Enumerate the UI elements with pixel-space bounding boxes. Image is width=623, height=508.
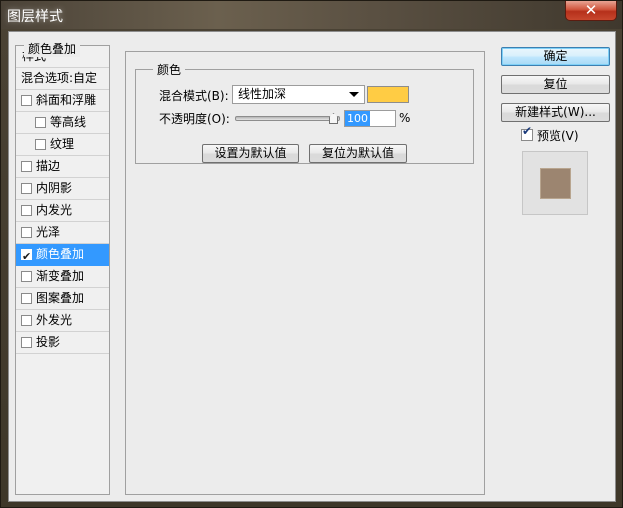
dialog-client: 样式 混合选项:自定 斜面和浮雕等高线纹理描边内阴影内发光光泽✔颜色叠加渐变叠加… — [8, 31, 616, 502]
window-title: 图层样式 — [7, 9, 63, 25]
style-item-label: 斜面和浮雕 — [36, 93, 97, 107]
style-item-checkbox[interactable] — [21, 183, 32, 194]
style-item-checkbox[interactable] — [21, 315, 32, 326]
style-item-checkbox[interactable] — [35, 117, 46, 128]
style-item-label: 投影 — [36, 335, 61, 349]
opacity-unit: % — [399, 111, 411, 125]
style-item[interactable]: ✔ 颜色叠加 — [16, 244, 109, 266]
style-item[interactable]: 内发光 — [16, 200, 109, 222]
color-overlay-title: 颜色叠加 — [24, 40, 81, 57]
style-item-label: 图案叠加 — [36, 291, 85, 305]
ok-button[interactable]: 确定 — [501, 47, 610, 66]
style-item-label: 外发光 — [36, 313, 73, 327]
opacity-label: 不透明度(O): — [159, 112, 230, 126]
style-item-checkbox[interactable] — [21, 95, 32, 106]
style-item[interactable]: 斜面和浮雕 — [16, 90, 109, 112]
style-item[interactable]: 投影 — [16, 332, 109, 354]
style-item-checkbox[interactable] — [21, 161, 32, 172]
style-item-checkbox[interactable]: ✔ — [21, 249, 32, 263]
style-item-checkbox[interactable] — [35, 139, 46, 150]
set-default-button[interactable]: 设置为默认值 — [202, 144, 299, 163]
blend-options-label: 混合选项:自定 — [21, 71, 98, 85]
style-item[interactable]: 图案叠加 — [16, 288, 109, 310]
opacity-input[interactable]: 100 — [344, 110, 396, 127]
style-item-label: 内阴影 — [36, 181, 73, 195]
style-item-label: 描边 — [36, 159, 61, 173]
style-item-checkbox[interactable] — [21, 337, 32, 348]
title-bar[interactable]: 图层样式 ✕ — [1, 1, 622, 29]
check-icon: ✔ — [22, 250, 32, 263]
check-icon: ✔ — [522, 124, 533, 138]
opacity-slider-track[interactable] — [235, 116, 340, 121]
style-blend-options[interactable]: 混合选项:自定 — [16, 68, 109, 90]
style-item[interactable]: 光泽 — [16, 222, 109, 244]
preview-thumbnail — [540, 168, 571, 199]
new-style-button[interactable]: 新建样式(W)... — [501, 103, 610, 122]
style-item[interactable]: 等高线 — [16, 112, 109, 134]
blend-mode-value: 线性加深 — [238, 87, 287, 101]
style-item-label: 纹理 — [50, 137, 75, 151]
style-item[interactable]: 描边 — [16, 156, 109, 178]
style-item-label: 等高线 — [50, 115, 87, 129]
preview-label: 预览(V) — [537, 129, 579, 143]
opacity-value: 100 — [345, 111, 370, 126]
style-item-checkbox[interactable] — [21, 227, 32, 238]
chevron-down-icon — [349, 92, 359, 97]
style-item[interactable]: 内阴影 — [16, 178, 109, 200]
blend-mode-select[interactable]: 线性加深 — [232, 85, 365, 104]
color-sub-title: 颜色 — [153, 61, 186, 78]
style-item[interactable]: 外发光 — [16, 310, 109, 332]
blend-mode-label: 混合模式(B): — [159, 89, 229, 103]
style-list: 样式 混合选项:自定 斜面和浮雕等高线纹理描边内阴影内发光光泽✔颜色叠加渐变叠加… — [15, 45, 110, 495]
reset-default-button[interactable]: 复位为默认值 — [309, 144, 407, 163]
reset-button[interactable]: 复位 — [501, 75, 610, 94]
style-item[interactable]: 纹理 — [16, 134, 109, 156]
style-item-checkbox[interactable] — [21, 293, 32, 304]
overlay-color-swatch[interactable] — [367, 86, 409, 103]
layer-style-window: 图层样式 ✕ 样式 混合选项:自定 斜面和浮雕等高线纹理描边内阴影内发光光泽✔颜… — [0, 0, 623, 508]
style-item-label: 内发光 — [36, 203, 73, 217]
style-item-label: 光泽 — [36, 225, 61, 239]
style-item[interactable]: 渐变叠加 — [16, 266, 109, 288]
style-item-checkbox[interactable] — [21, 205, 32, 216]
close-button[interactable]: ✕ — [565, 1, 617, 21]
close-icon: ✕ — [584, 1, 598, 19]
style-preview — [522, 151, 588, 215]
style-item-label: 颜色叠加 — [36, 247, 85, 261]
style-item-label: 渐变叠加 — [36, 269, 85, 283]
style-item-checkbox[interactable] — [21, 271, 32, 282]
